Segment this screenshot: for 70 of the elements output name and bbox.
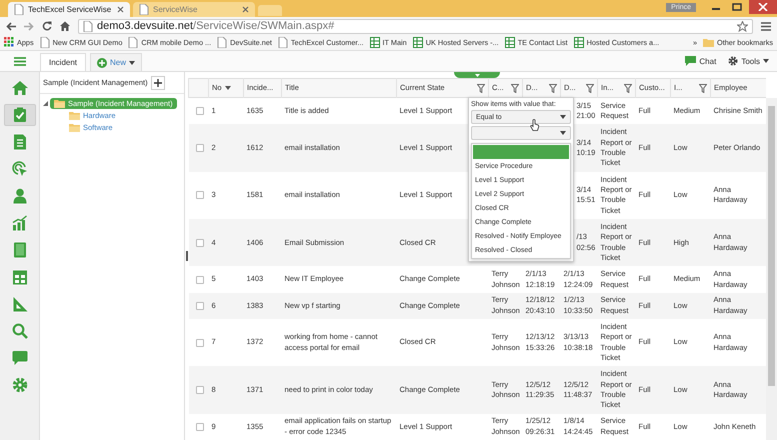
checkbox[interactable] (196, 302, 204, 310)
cursor-target-icon (12, 161, 28, 177)
book-icon (12, 242, 28, 258)
search-icon (12, 323, 28, 339)
menu-icon[interactable] (14, 56, 26, 66)
close-button[interactable] (749, 0, 777, 14)
close-icon[interactable] (117, 6, 124, 13)
checkbox[interactable] (196, 386, 204, 394)
address-field[interactable]: demo3.devsuite.net/ServiceWise/SWMain.aspx# (78, 18, 753, 34)
caret-icon (560, 115, 566, 119)
tools-button[interactable]: Tools (728, 56, 769, 66)
maximize-icon (732, 3, 742, 11)
filter-icon[interactable] (549, 84, 557, 92)
checkbox[interactable] (196, 338, 204, 347)
home-icon[interactable] (60, 21, 70, 31)
folder-icon (69, 111, 80, 120)
chat-icon (685, 56, 696, 66)
panel-toggle[interactable] (454, 72, 500, 78)
filter-icon[interactable] (699, 84, 707, 92)
splitter-handle[interactable] (186, 251, 188, 261)
add-button[interactable] (150, 76, 165, 90)
clipboard-check-icon (12, 107, 28, 123)
filter-icon[interactable] (624, 84, 632, 92)
checkbox[interactable] (196, 107, 204, 116)
reload-icon[interactable] (42, 21, 52, 31)
filter-icon[interactable] (511, 84, 519, 92)
caret-icon (763, 59, 769, 63)
folder-icon (703, 38, 714, 47)
tab[interactable]: Incident (40, 53, 86, 71)
expander-icon[interactable] (43, 101, 48, 106)
hand-cursor-icon (530, 119, 539, 131)
person-icon (12, 188, 28, 204)
plus-icon (154, 78, 162, 86)
gear-icon (728, 56, 738, 66)
speech-bubble-icon (12, 350, 28, 366)
new-button[interactable]: New (90, 53, 142, 71)
page-icon (83, 20, 93, 32)
checkbox[interactable] (196, 144, 204, 152)
caret-icon (129, 60, 136, 64)
folder-icon (69, 123, 80, 132)
bar-chart-icon (12, 215, 28, 231)
gear-icon (12, 377, 28, 393)
scrollbar-thumb[interactable] (768, 106, 775, 386)
back-icon[interactable] (6, 22, 16, 30)
nav-button[interactable] (4, 104, 36, 126)
scrollbar[interactable] (766, 98, 777, 440)
checkbox[interactable] (196, 422, 204, 431)
menu-icon[interactable] (761, 22, 771, 30)
star-icon[interactable] (737, 20, 748, 32)
home-icon (12, 80, 28, 96)
page-icon (139, 4, 149, 15)
apps-icon (4, 37, 14, 48)
calendar-icon (12, 269, 28, 285)
chat-button[interactable]: Chat (685, 56, 716, 66)
page-icon (14, 4, 24, 15)
filter-icon[interactable] (586, 84, 594, 92)
checkbox[interactable] (196, 191, 204, 200)
close-icon (758, 3, 768, 11)
close-icon[interactable] (242, 6, 249, 13)
caret-icon (560, 131, 566, 135)
document-list-icon (12, 134, 28, 150)
filter-icon[interactable] (477, 84, 485, 92)
value-dropdown[interactable] (471, 126, 571, 140)
browser-tab[interactable]: TechExcel ServiceWise (8, 2, 130, 17)
folder-icon (54, 99, 65, 108)
url-text: demo3.devsuite.net/ServiceWise/SWMain.aspx# (97, 20, 334, 32)
plus-circle-icon (97, 58, 108, 68)
forward-icon[interactable] (24, 22, 34, 30)
checkbox[interactable] (196, 276, 204, 284)
checkbox[interactable] (196, 238, 204, 247)
